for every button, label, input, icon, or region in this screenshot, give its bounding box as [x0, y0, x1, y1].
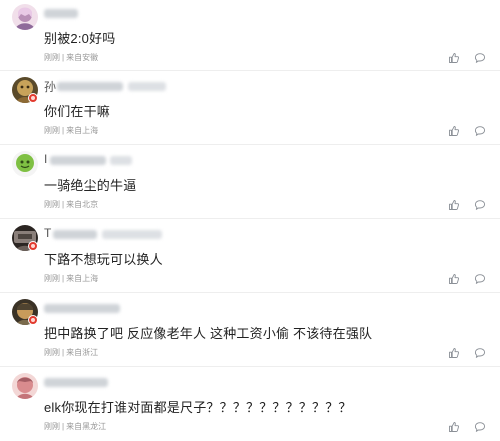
comment-time: 刚刚: [44, 274, 60, 283]
comment-meta: 刚刚 | 来自浙江: [44, 348, 99, 357]
comment-actions: [448, 51, 488, 63]
comment-time: 刚刚: [44, 126, 60, 135]
comment-item: elk你现在打谁对面都是尺子？？？？？？？？？？？ 刚刚 | 来自黑龙江: [0, 367, 500, 441]
comment-item: 别被2:0好吗 刚刚 | 来自安徽: [0, 0, 500, 71]
comment-time: 刚刚: [44, 200, 60, 209]
username-redacted: [44, 378, 108, 387]
username-redacted: [44, 304, 120, 313]
comment-time: 刚刚: [44, 422, 60, 431]
comment-meta: 刚刚 | 来自安徽: [44, 53, 99, 62]
comment-text: 下路不想玩可以换人: [44, 252, 163, 267]
thumbs-up-icon[interactable]: [448, 198, 460, 210]
comment-meta: 刚刚 | 来自北京: [44, 200, 99, 209]
thumbs-up-icon[interactable]: [448, 420, 460, 432]
verified-badge-icon: [28, 315, 38, 325]
comment-meta: 刚刚 | 来自黑龙江: [44, 422, 107, 431]
comment-meta: 刚刚 | 来自上海: [44, 274, 99, 283]
avatar[interactable]: [12, 4, 38, 30]
comment-actions: [448, 272, 488, 284]
verified-badge-icon: [28, 93, 38, 103]
username-visible-text: I: [44, 152, 48, 166]
username-redacted: [44, 9, 78, 18]
avatar[interactable]: [12, 151, 38, 177]
username-redacted: [102, 230, 162, 239]
comment-item: 把中路换了吧 反应像老年人 这种工资小偷 不该待在强队 刚刚 | 来自浙江: [0, 293, 500, 367]
verified-badge-icon: [28, 241, 38, 251]
avatar[interactable]: [12, 373, 38, 399]
thumbs-up-icon[interactable]: [448, 272, 460, 284]
comment-bubble-icon[interactable]: [474, 346, 486, 358]
username-visible-text: T: [44, 226, 52, 240]
username-visible-text: 孙: [44, 80, 57, 94]
comment-item: 孙 你们在干嘛 刚刚 | 来自上海: [0, 71, 500, 145]
comment-meta: 刚刚 | 来自上海: [44, 126, 99, 135]
comment-location: 来自浙江: [66, 348, 99, 357]
username-redacted: [128, 82, 166, 91]
username-redacted: [110, 156, 132, 165]
comment-list: 别被2:0好吗 刚刚 | 来自安徽 孙 你们在干嘛 刚刚 | 来自上海 I 一骑…: [0, 0, 500, 441]
comment-bubble-icon[interactable]: [474, 420, 486, 432]
comment-location: 来自北京: [66, 200, 99, 209]
username-redacted: [53, 230, 97, 239]
comment-location: 来自上海: [66, 274, 99, 283]
comment-text: 你们在干嘛: [44, 104, 111, 119]
comment-time: 刚刚: [44, 348, 60, 357]
comment-location: 来自黑龙江: [66, 422, 107, 431]
comment-actions: [448, 198, 488, 210]
thumbs-up-icon[interactable]: [448, 346, 460, 358]
comment-text: 一骑绝尘的牛逼: [44, 178, 137, 193]
avatar-image: [12, 4, 38, 30]
comment-bubble-icon[interactable]: [474, 198, 486, 210]
comment-text: 把中路换了吧 反应像老年人 这种工资小偷 不该待在强队: [44, 326, 373, 341]
comment-item: T 下路不想玩可以换人 刚刚 | 来自上海: [0, 219, 500, 293]
comment-bubble-icon[interactable]: [474, 51, 486, 63]
username-redacted: [57, 82, 123, 91]
comment-location: 来自安徽: [66, 53, 99, 62]
comment-location: 来自上海: [66, 126, 99, 135]
comment-text: elk你现在打谁对面都是尺子？？？？？？？？？？？: [44, 400, 352, 415]
comment-time: 刚刚: [44, 53, 60, 62]
comment-bubble-icon[interactable]: [474, 272, 486, 284]
comment-actions: [448, 346, 488, 358]
thumbs-up-icon[interactable]: [448, 51, 460, 63]
username-redacted: [50, 156, 106, 165]
comment-bubble-icon[interactable]: [474, 124, 486, 136]
thumbs-up-icon[interactable]: [448, 124, 460, 136]
avatar-image: [12, 151, 38, 177]
avatar-image: [12, 373, 38, 399]
comment-item: I 一骑绝尘的牛逼 刚刚 | 来自北京: [0, 145, 500, 219]
comment-text: 别被2:0好吗: [44, 31, 116, 46]
comment-actions: [448, 124, 488, 136]
comment-actions: [448, 420, 488, 432]
